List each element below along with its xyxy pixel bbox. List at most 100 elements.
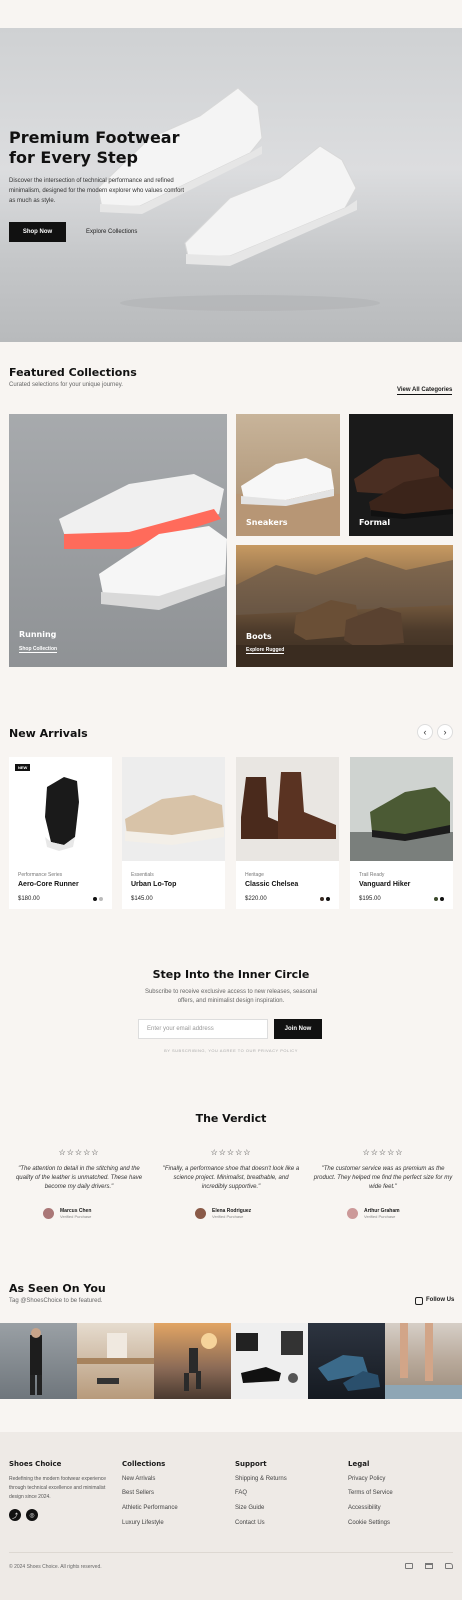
swatch-olive[interactable] [434, 897, 438, 901]
footer-link[interactable]: Size Guide [235, 1505, 264, 1511]
gallery-photo-2[interactable] [77, 1323, 154, 1399]
newsletter-legal: BY SUBSCRIBING, YOU AGREE TO OUR PRIVACY… [164, 1048, 298, 1053]
footer-link[interactable]: Privacy Policy [348, 1476, 385, 1482]
new-badge: NEW [15, 764, 31, 771]
follow-us-link[interactable]: Follow Us [426, 1297, 454, 1303]
share-icon[interactable]: ⤴ [9, 1509, 21, 1521]
footer-link[interactable]: Athletic Performance [122, 1505, 178, 1511]
review-quote: "The attention to detail in the stitchin… [15, 1166, 143, 1190]
swatch-brown[interactable] [320, 897, 324, 901]
gallery-photo-4[interactable] [231, 1323, 308, 1399]
footer-column-title: Legal [348, 1460, 370, 1468]
footer-divider [9, 1552, 453, 1553]
product-card[interactable]: Essentials Urban Lo-Top $145.00 [122, 757, 225, 909]
collection-tile-running[interactable]: Running Shop Collection [9, 414, 227, 667]
top-bar [0, 0, 462, 28]
collection-label-formal: Formal [359, 518, 391, 527]
collection-label-boots: Boots [246, 632, 272, 641]
product-category: Performance Series [18, 872, 63, 878]
product-image [9, 757, 112, 861]
product-name: Vanguard Hiker [359, 881, 411, 888]
chevron-left-icon[interactable]: ‹ [417, 724, 433, 740]
product-price: $180.00 [18, 896, 40, 902]
product-price: $220.00 [245, 896, 267, 902]
reviewer: Arthur Graham Verified Purchase [347, 1208, 400, 1219]
collection-label-sneakers: Sneakers [246, 518, 288, 527]
avatar [195, 1208, 206, 1219]
product-card[interactable]: Trail Ready Vanguard Hiker $195.00 [350, 757, 453, 909]
footer-brand: Shoes Choice [9, 1460, 62, 1468]
collection-tile-sneakers[interactable]: Sneakers [236, 414, 340, 536]
avatar [347, 1208, 358, 1219]
footer [0, 1432, 462, 1600]
reviewer: Marcus Chen Verified Purchase [43, 1208, 91, 1219]
product-name: Aero-Core Runner [18, 881, 79, 888]
globe-icon[interactable]: ◎ [26, 1509, 38, 1521]
footer-link[interactable]: Best Sellers [122, 1490, 154, 1496]
footer-link[interactable]: Terms of Service [348, 1490, 393, 1496]
product-price: $145.00 [131, 896, 153, 902]
review-quote: "The customer service was as premium as … [313, 1166, 453, 1190]
product-price: $195.00 [359, 896, 381, 902]
color-swatches [320, 897, 330, 901]
product-image [350, 757, 453, 861]
shop-collection-link[interactable]: Shop Collection [19, 646, 58, 653]
hiker-shoe-image [350, 787, 453, 861]
product-category: Heritage [245, 872, 264, 878]
color-swatches [434, 897, 444, 901]
product-image [236, 757, 339, 861]
product-category: Trail Ready [359, 872, 385, 878]
hero-title: Premium Footwear for Every Step [9, 128, 180, 167]
join-now-button[interactable]: Join Now [274, 1019, 322, 1039]
verified-label: Verified Purchase [60, 1214, 92, 1219]
review-card: ☆☆☆☆☆ "Finally, a performance shoe that … [161, 1148, 301, 1219]
view-all-categories-link[interactable]: View All Categories [397, 387, 453, 395]
footer-column-title: Support [235, 1460, 267, 1468]
product-card[interactable]: Heritage Classic Chelsea $220.00 [236, 757, 339, 909]
gallery-photo-5[interactable] [308, 1323, 385, 1399]
instagram-icon[interactable] [415, 1297, 423, 1305]
color-swatches [93, 897, 103, 901]
star-rating: ☆☆☆☆☆ [362, 1148, 404, 1157]
newsletter-subtitle: Subscribe to receive exclusive access to… [144, 989, 318, 1004]
footer-link[interactable]: Contact Us [235, 1520, 265, 1526]
collection-tile-formal[interactable]: Formal [349, 414, 453, 536]
product-card[interactable]: NEW Performance Series Aero-Core Runner … [9, 757, 112, 909]
collection-tile-boots[interactable]: Boots Explore Rugged [236, 545, 453, 667]
footer-link[interactable]: Accessibility [348, 1505, 381, 1511]
gallery-photo-3[interactable] [154, 1323, 231, 1399]
arrivals-title: New Arrivals [9, 727, 88, 740]
product-category: Essentials [131, 872, 154, 878]
footer-link[interactable]: Luxury Lifestyle [122, 1520, 164, 1526]
footer-link[interactable]: Shipping & Returns [235, 1476, 287, 1482]
seen-subtitle: Tag @ShoesChoice to be featured. [9, 1298, 103, 1304]
footer-column-title: Collections [122, 1460, 166, 1468]
footer-about: Redefining the modern footwear experienc… [9, 1476, 107, 1500]
reviews-title: The Verdict [195, 1112, 267, 1125]
review-quote: "Finally, a performance shoe that doesn'… [162, 1166, 300, 1190]
explore-collections-link[interactable]: Explore Collections [86, 222, 137, 242]
product-name: Urban Lo-Top [131, 881, 177, 888]
gallery-photo-1[interactable] [0, 1323, 77, 1399]
email-input[interactable]: Enter your email address [138, 1019, 268, 1039]
swatch-black[interactable] [93, 897, 97, 901]
wallet-icon [445, 1563, 453, 1569]
bank-icon [425, 1563, 433, 1569]
hero-subtitle: Discover the intersection of technical p… [9, 178, 185, 204]
collection-label-running: Running [19, 630, 57, 639]
collections-subtitle: Curated selections for your unique journ… [9, 382, 123, 388]
verified-label: Verified Purchase [212, 1214, 244, 1219]
swatch-black[interactable] [440, 897, 444, 901]
product-name: Classic Chelsea [245, 881, 299, 888]
shop-now-button[interactable]: Shop Now [9, 222, 66, 242]
footer-link[interactable]: New Arrivals [122, 1476, 155, 1482]
footer-link[interactable]: Cookie Settings [348, 1520, 390, 1526]
gallery-photo-6[interactable] [385, 1323, 462, 1399]
explore-rugged-link[interactable]: Explore Rugged [246, 647, 285, 654]
seen-title: As Seen On You [9, 1282, 106, 1295]
swatch-grey[interactable] [99, 897, 103, 901]
swatch-black[interactable] [326, 897, 330, 901]
chelsea-boots-image [241, 772, 336, 839]
chevron-right-icon[interactable]: › [437, 724, 453, 740]
footer-link[interactable]: FAQ [235, 1490, 247, 1496]
